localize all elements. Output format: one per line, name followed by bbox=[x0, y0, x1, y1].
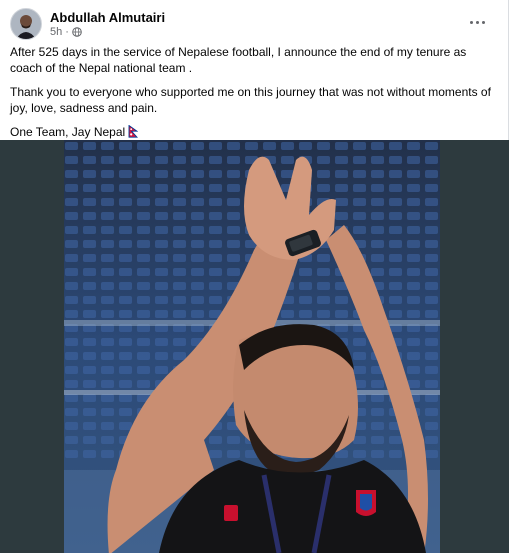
globe-icon[interactable] bbox=[72, 27, 82, 37]
coach-photo bbox=[64, 140, 440, 553]
post-photo[interactable] bbox=[64, 140, 440, 553]
post-header: Abdullah Almutairi 5h · bbox=[10, 8, 498, 40]
more-options-button[interactable] bbox=[466, 12, 488, 32]
facebook-post: Abdullah Almutairi 5h · After 525 days i… bbox=[0, 0, 509, 553]
post-paragraph: After 525 days in the service of Nepales… bbox=[10, 45, 467, 75]
post-paragraph: One Team, Jay Nepal bbox=[10, 125, 126, 139]
avatar-photo bbox=[11, 9, 41, 39]
author-avatar[interactable] bbox=[10, 8, 42, 40]
post-media[interactable] bbox=[0, 140, 509, 553]
post-paragraph: Thank you to everyone who supported me o… bbox=[10, 85, 491, 115]
more-options-icon bbox=[469, 20, 473, 24]
post-time[interactable]: 5h bbox=[50, 26, 62, 38]
post-paragraph-closing: One Team, Jay Nepal bbox=[10, 124, 496, 140]
more-options-icon bbox=[481, 20, 485, 24]
author-name[interactable]: Abdullah Almutairi bbox=[50, 10, 165, 25]
post-meta: 5h · bbox=[50, 26, 82, 38]
post-text: After 525 days in the service of Nepales… bbox=[10, 44, 496, 148]
meta-separator: · bbox=[65, 26, 69, 38]
more-options-icon bbox=[475, 20, 479, 24]
nepal-flag-icon bbox=[128, 125, 139, 138]
